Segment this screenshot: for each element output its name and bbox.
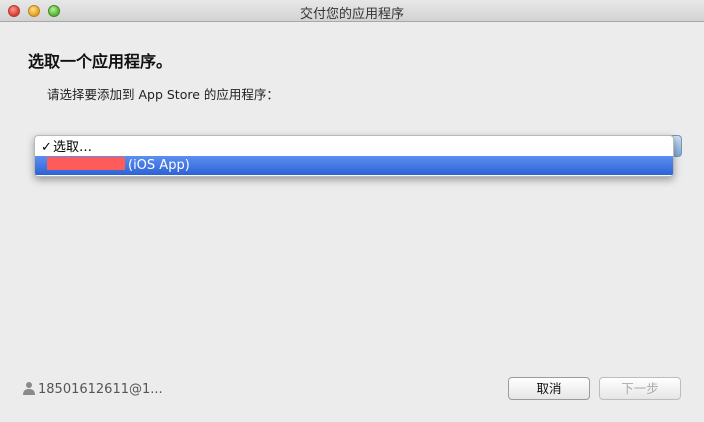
title-bar: 交付您的应用程序 [0, 0, 704, 22]
redacted-app-name [47, 157, 125, 170]
user-icon [23, 382, 35, 395]
app-select-menu: ✓选取… (iOS App) [34, 135, 674, 177]
page-heading: 选取一个应用程序。 [28, 52, 173, 71]
menu-item-label: (iOS App) [128, 158, 190, 173]
checkmark-icon: ✓ [41, 140, 52, 155]
cancel-button[interactable]: 取消 [508, 377, 590, 400]
next-button[interactable]: 下一步 [599, 377, 681, 400]
account-indicator: 18501612611@1... [22, 381, 163, 397]
menu-item-choose[interactable]: ✓选取… [35, 138, 673, 157]
instruction-text: 请选择要添加到 App Store 的应用程序： [47, 87, 279, 102]
window-title: 交付您的应用程序 [299, 7, 404, 22]
menu-item-ios-app[interactable]: (iOS App) [35, 156, 673, 175]
menu-item-label: 选取… [53, 140, 93, 155]
account-label: 18501612611@1... [38, 382, 163, 397]
